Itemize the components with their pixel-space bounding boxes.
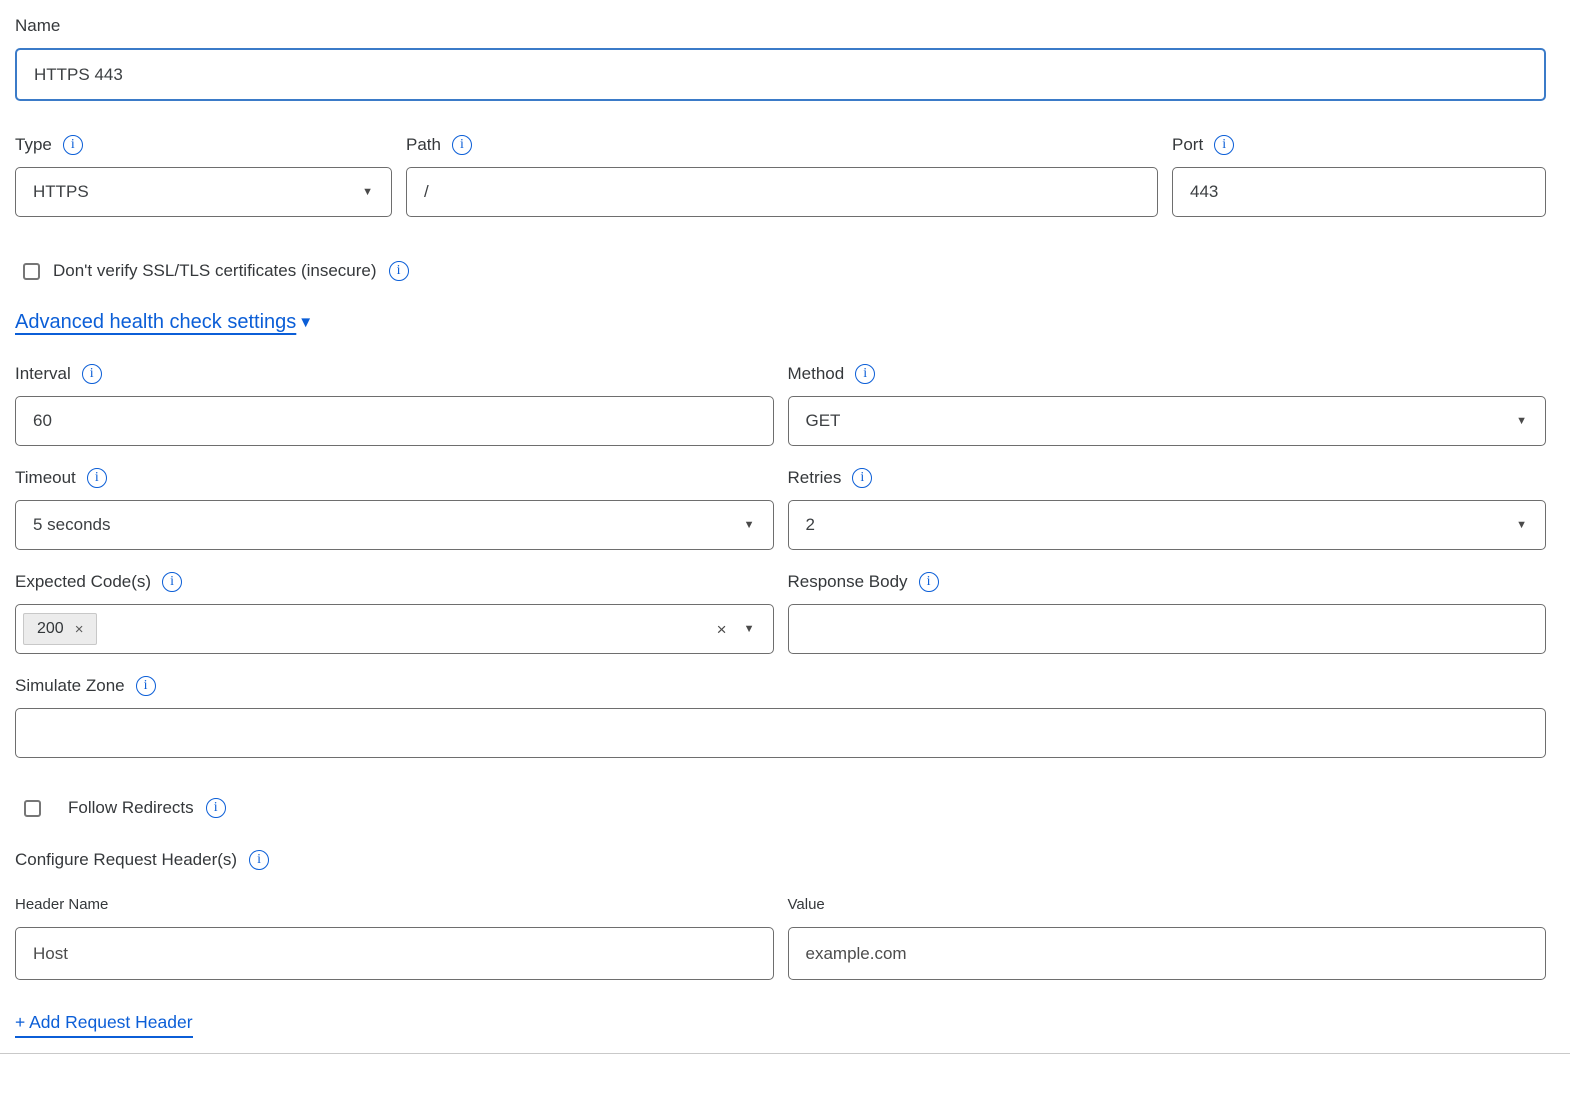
- caret-down-icon: ▼: [298, 314, 313, 331]
- request-headers-section: Configure Request Header(s) i: [15, 850, 1546, 870]
- codes-body-row: Expected Code(s) i 200 × × ▼ Response Bo…: [15, 572, 1546, 676]
- name-field: Name: [15, 16, 1546, 101]
- timeout-retries-row: Timeout i 5 seconds ▼ Retries i 2 ▼: [15, 468, 1546, 572]
- method-info-icon[interactable]: i: [855, 364, 875, 384]
- response-body-info-icon[interactable]: i: [919, 572, 939, 592]
- tag-remove-icon[interactable]: ×: [75, 622, 84, 637]
- type-path-port-row: Type i HTTPS ▼ Path i Port i: [15, 135, 1546, 217]
- header-value-field: Value: [788, 896, 1547, 980]
- method-field: Method i GET ▼: [788, 364, 1547, 468]
- timeout-info-icon[interactable]: i: [87, 468, 107, 488]
- advanced-settings-label: Advanced health check settings: [15, 311, 296, 333]
- path-info-icon[interactable]: i: [452, 135, 472, 155]
- clear-all-icon[interactable]: ×: [717, 621, 727, 638]
- path-field: Path i: [406, 135, 1158, 217]
- expected-codes-multiselect[interactable]: 200 × × ▼: [15, 604, 774, 654]
- expected-codes-info-icon[interactable]: i: [162, 572, 182, 592]
- request-header-row: Header Name Value: [15, 896, 1546, 980]
- simulate-zone-input[interactable]: [15, 708, 1546, 758]
- header-name-label: Header Name: [15, 896, 108, 913]
- simulate-zone-label: Simulate Zone: [15, 676, 125, 696]
- follow-redirects-checkbox[interactable]: [24, 800, 41, 817]
- simulate-zone-field: Simulate Zone i: [15, 676, 1546, 758]
- timeout-field: Timeout i 5 seconds ▼: [15, 468, 774, 572]
- caret-down-icon: ▼: [1516, 416, 1527, 427]
- follow-redirects-label: Follow Redirects: [68, 798, 194, 818]
- response-body-input[interactable]: [788, 604, 1547, 654]
- expected-codes-field: Expected Code(s) i 200 × × ▼: [15, 572, 774, 676]
- method-select-value: GET: [806, 411, 841, 431]
- follow-redirects-row: Follow Redirects i: [24, 798, 1546, 818]
- type-label: Type: [15, 135, 52, 155]
- section-divider: [0, 1053, 1570, 1054]
- advanced-settings-link[interactable]: Advanced health check settings▼: [15, 311, 313, 333]
- header-name-field: Header Name: [15, 896, 774, 980]
- method-select[interactable]: GET ▼: [788, 396, 1547, 446]
- type-info-icon[interactable]: i: [63, 135, 83, 155]
- code-tag-value: 200: [37, 620, 64, 638]
- caret-down-icon: ▼: [362, 187, 373, 198]
- type-select-value: HTTPS: [33, 182, 89, 202]
- type-select[interactable]: HTTPS ▼: [15, 167, 392, 217]
- advanced-settings-row: Advanced health check settings▼: [15, 311, 1546, 334]
- header-name-input[interactable]: [15, 927, 774, 980]
- interval-input[interactable]: [15, 396, 774, 446]
- retries-select[interactable]: 2 ▼: [788, 500, 1547, 550]
- add-request-header-link[interactable]: + Add Request Header: [15, 1012, 193, 1038]
- timeout-select-value: 5 seconds: [33, 515, 111, 535]
- path-input[interactable]: [406, 167, 1158, 217]
- request-headers-label: Configure Request Header(s): [15, 850, 237, 870]
- header-value-label: Value: [788, 896, 825, 913]
- follow-redirects-info-icon[interactable]: i: [206, 798, 226, 818]
- header-value-input[interactable]: [788, 927, 1547, 980]
- interval-method-row: Interval i Method i GET ▼: [15, 364, 1546, 468]
- simulate-zone-info-icon[interactable]: i: [136, 676, 156, 696]
- interval-label: Interval: [15, 364, 71, 384]
- port-info-icon[interactable]: i: [1214, 135, 1234, 155]
- timeout-select[interactable]: 5 seconds ▼: [15, 500, 774, 550]
- name-input[interactable]: [15, 48, 1546, 101]
- response-body-label: Response Body: [788, 572, 908, 592]
- port-input[interactable]: [1172, 167, 1546, 217]
- type-field: Type i HTTPS ▼: [15, 135, 392, 217]
- caret-down-icon: ▼: [1516, 520, 1527, 531]
- port-field: Port i: [1172, 135, 1546, 217]
- timeout-label: Timeout: [15, 468, 76, 488]
- verify-ssl-info-icon[interactable]: i: [389, 261, 409, 281]
- retries-select-value: 2: [806, 515, 815, 535]
- request-headers-info-icon[interactable]: i: [249, 850, 269, 870]
- path-label: Path: [406, 135, 441, 155]
- expected-codes-label: Expected Code(s): [15, 572, 151, 592]
- verify-ssl-checkbox[interactable]: [23, 263, 40, 280]
- verify-ssl-label: Don't verify SSL/TLS certificates (insec…: [53, 261, 377, 281]
- code-tag: 200 ×: [23, 613, 97, 645]
- caret-down-icon[interactable]: ▼: [744, 624, 755, 635]
- method-label: Method: [788, 364, 845, 384]
- retries-field: Retries i 2 ▼: [788, 468, 1547, 572]
- retries-info-icon[interactable]: i: [852, 468, 872, 488]
- response-body-field: Response Body i: [788, 572, 1547, 676]
- name-label: Name: [15, 16, 60, 36]
- verify-ssl-row: Don't verify SSL/TLS certificates (insec…: [23, 261, 1546, 281]
- port-label: Port: [1172, 135, 1203, 155]
- interval-field: Interval i: [15, 364, 774, 468]
- name-label-row: Name: [15, 16, 1546, 36]
- retries-label: Retries: [788, 468, 842, 488]
- caret-down-icon: ▼: [744, 520, 755, 531]
- interval-info-icon[interactable]: i: [82, 364, 102, 384]
